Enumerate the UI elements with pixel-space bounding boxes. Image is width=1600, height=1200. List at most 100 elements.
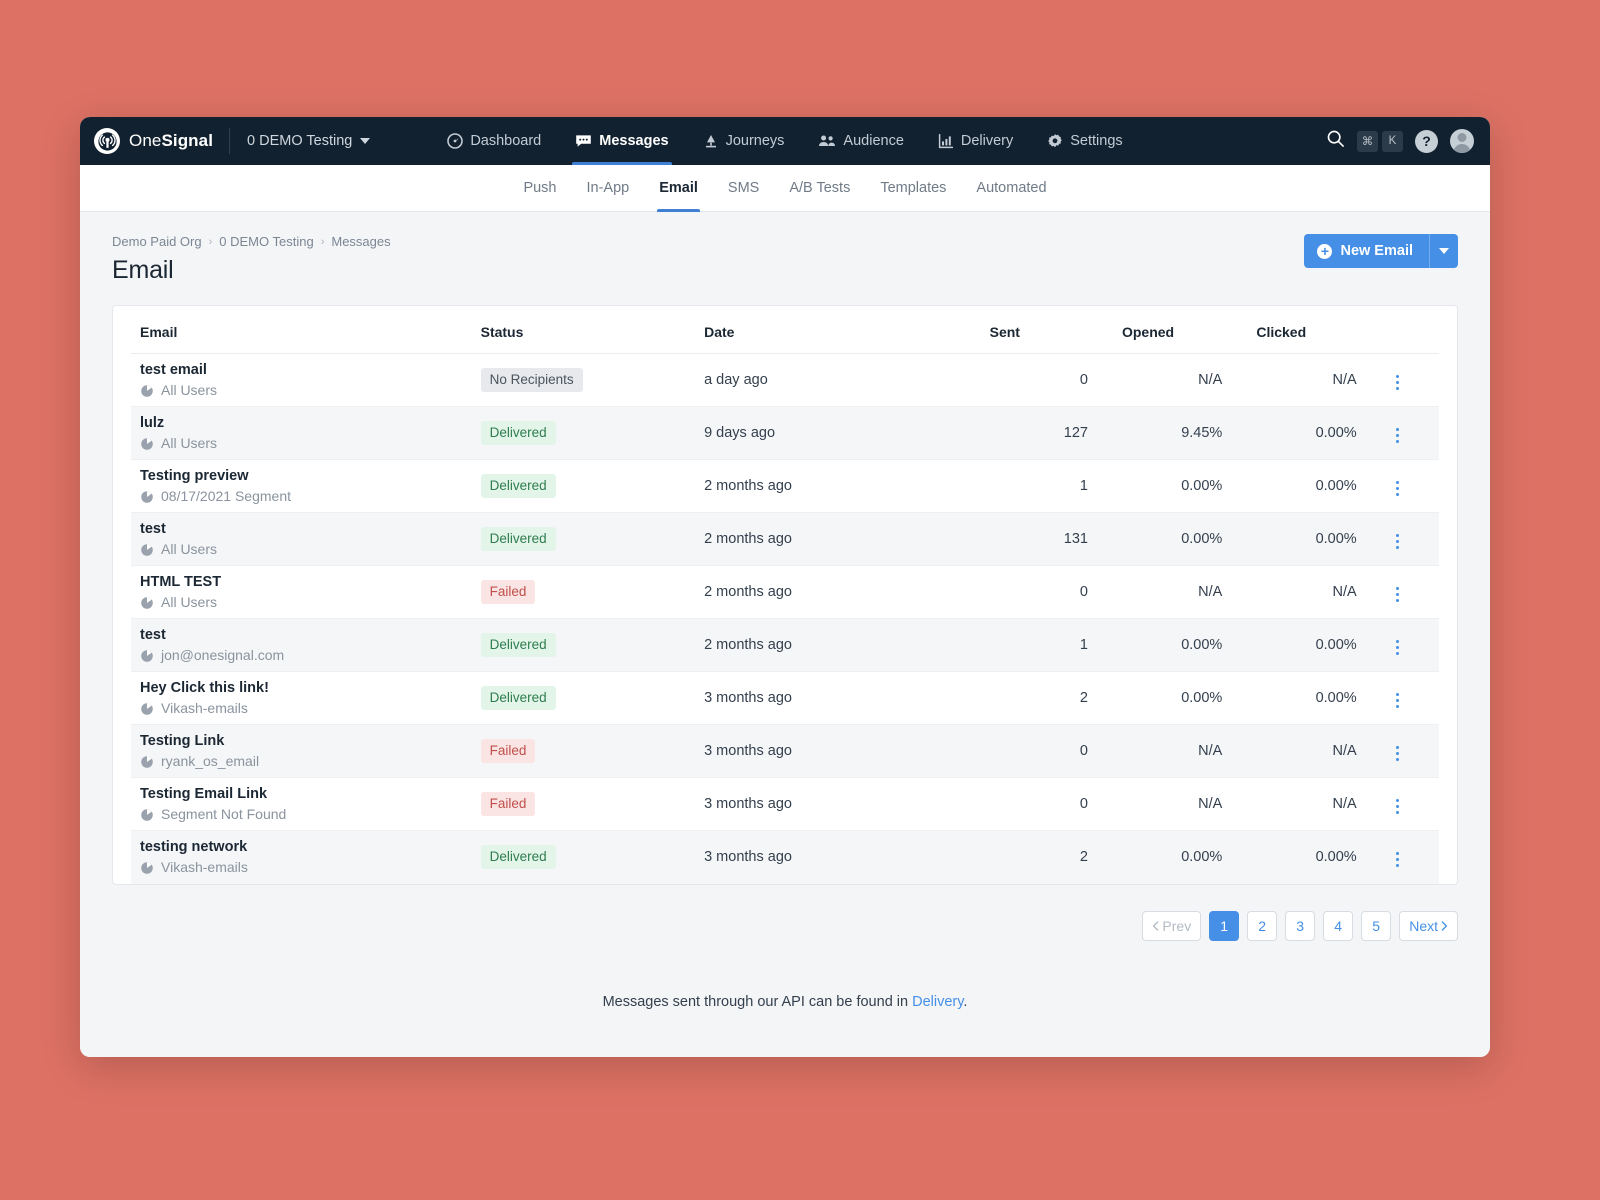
tab-sms[interactable]: SMS bbox=[728, 165, 759, 212]
cell-clicked: N/A bbox=[1222, 353, 1357, 407]
pagination-page-4[interactable]: 4 bbox=[1323, 910, 1354, 941]
cell-date: a day ago bbox=[704, 353, 954, 407]
nav-item-settings[interactable]: Settings bbox=[1047, 117, 1123, 165]
cell-status: Delivered bbox=[480, 618, 705, 672]
pagination-prev-button[interactable]: Prev bbox=[1142, 910, 1202, 941]
chevron-down-icon bbox=[360, 138, 371, 144]
cell-email: test All Users bbox=[131, 512, 481, 566]
column-header-sent[interactable]: Sent bbox=[953, 306, 1088, 354]
row-actions-menu[interactable] bbox=[1388, 741, 1407, 766]
tab-automated[interactable]: Automated bbox=[976, 165, 1046, 212]
table-row[interactable]: Testing Email Link Segment Not Found Faile… bbox=[131, 777, 1439, 831]
kebab-dot bbox=[1396, 598, 1400, 602]
cell-actions bbox=[1356, 459, 1439, 513]
gear-icon bbox=[1047, 133, 1063, 149]
status-badge: Delivered bbox=[480, 845, 556, 869]
pagination-next-button[interactable]: Next bbox=[1399, 910, 1458, 941]
row-actions-menu[interactable] bbox=[1388, 847, 1407, 872]
table-row[interactable]: Testing Link ryank_os_email Failed 3 months… bbox=[131, 724, 1439, 778]
segment-icon bbox=[141, 702, 153, 715]
nav-item-dashboard[interactable]: Dashboard bbox=[447, 117, 541, 165]
avatar[interactable] bbox=[1450, 129, 1474, 153]
kebab-dot bbox=[1396, 592, 1400, 596]
email-segment-label: Vikash-emails bbox=[161, 700, 248, 717]
table-row[interactable]: test All Users Delivered 2 months ago 131 0.0… bbox=[131, 512, 1439, 566]
new-email-split-button: + New Email bbox=[1304, 234, 1458, 268]
cell-status: Delivered bbox=[480, 406, 705, 460]
cell-clicked: 0.00% bbox=[1222, 671, 1357, 725]
breadcrumb-item-messages[interactable]: Messages bbox=[331, 234, 390, 249]
onesignal-logo[interactable]: OneSignal bbox=[94, 128, 213, 154]
kebab-dot bbox=[1396, 798, 1400, 802]
delivery-link[interactable]: Delivery bbox=[912, 994, 963, 1010]
nav-item-delivery[interactable]: Delivery bbox=[938, 117, 1013, 165]
cell-email: Hey Click this link! Vikash-emails bbox=[131, 671, 481, 725]
table-row[interactable]: testing network Vikash-emails Delivered 3 m… bbox=[131, 830, 1439, 884]
nav-item-label: Delivery bbox=[960, 133, 1014, 149]
kebab-dot bbox=[1396, 692, 1400, 696]
row-actions-menu[interactable] bbox=[1388, 529, 1407, 554]
table-row[interactable]: HTML TEST All Users Failed 2 months ago 0 N/A… bbox=[131, 565, 1439, 619]
tab-ab-tests[interactable]: A/B Tests bbox=[789, 165, 850, 212]
cell-sent: 0 bbox=[953, 565, 1088, 619]
new-email-button[interactable]: + New Email bbox=[1304, 234, 1429, 268]
table-row[interactable]: Hey Click this link! Vikash-emails Deliver… bbox=[131, 671, 1439, 725]
row-actions-menu[interactable] bbox=[1388, 370, 1407, 395]
brand-name: OneSignal bbox=[129, 131, 213, 151]
brand-one: One bbox=[129, 131, 162, 150]
row-actions-menu[interactable] bbox=[1388, 635, 1407, 660]
cell-date: 9 days ago bbox=[704, 406, 954, 460]
kebab-dot bbox=[1396, 374, 1400, 378]
cell-actions bbox=[1356, 777, 1439, 831]
pagination-page-3[interactable]: 3 bbox=[1285, 910, 1316, 941]
tab-templates[interactable]: Templates bbox=[880, 165, 946, 212]
column-header-status[interactable]: Status bbox=[480, 306, 705, 354]
column-header-clicked[interactable]: Clicked bbox=[1222, 306, 1357, 354]
kebab-dot bbox=[1396, 698, 1400, 702]
table-row[interactable]: lulz All Users Delivered 9 days ago 127 9.45%… bbox=[131, 406, 1439, 460]
kebab-dot bbox=[1396, 745, 1400, 749]
row-actions-menu[interactable] bbox=[1388, 582, 1407, 607]
row-actions-menu[interactable] bbox=[1388, 794, 1407, 819]
tab-in-app[interactable]: In-App bbox=[587, 165, 630, 212]
tab-email[interactable]: Email bbox=[657, 165, 700, 212]
pagination-page-1[interactable]: 1 bbox=[1209, 910, 1240, 941]
pagination-page-2[interactable]: 2 bbox=[1247, 910, 1278, 941]
segment-icon bbox=[141, 808, 153, 821]
nav-item-audience[interactable]: Audience bbox=[818, 117, 904, 165]
nav-item-messages[interactable]: Messages bbox=[572, 117, 672, 165]
table-row[interactable]: test jon@onesignal.com Delivered 2 months a… bbox=[131, 618, 1439, 672]
tab-push[interactable]: Push bbox=[523, 165, 556, 212]
email-segment-label: Segment Not Found bbox=[161, 806, 287, 823]
row-actions-menu[interactable] bbox=[1388, 423, 1407, 448]
status-badge: Failed bbox=[480, 580, 536, 604]
row-actions-menu[interactable] bbox=[1388, 688, 1407, 713]
search-icon[interactable] bbox=[1326, 129, 1345, 153]
new-email-dropdown-button[interactable] bbox=[1429, 234, 1458, 268]
email-segment: All Users bbox=[140, 541, 481, 558]
cell-sent: 2 bbox=[953, 671, 1088, 725]
column-header-opened[interactable]: Opened bbox=[1087, 306, 1223, 354]
status-badge: Delivered bbox=[480, 633, 556, 657]
kebab-dot bbox=[1396, 439, 1400, 443]
cell-actions bbox=[1356, 724, 1439, 778]
app-switcher[interactable]: 0 DEMO Testing bbox=[229, 128, 371, 154]
breadcrumb-item-org[interactable]: Demo Paid Org bbox=[112, 234, 202, 249]
breadcrumb-item-app[interactable]: 0 DEMO Testing bbox=[219, 234, 313, 249]
nav-item-journeys[interactable]: Journeys bbox=[703, 117, 784, 165]
cell-status: Failed bbox=[480, 777, 705, 831]
messages-icon bbox=[575, 133, 592, 149]
help-icon[interactable]: ? bbox=[1415, 129, 1438, 153]
email-segment: All Users bbox=[140, 435, 481, 452]
table-row[interactable]: Testing preview 08/17/2021 Segment Deliver… bbox=[131, 459, 1439, 513]
row-actions-menu[interactable] bbox=[1388, 476, 1407, 501]
column-header-actions bbox=[1356, 306, 1439, 354]
pagination-page-5[interactable]: 5 bbox=[1361, 910, 1392, 941]
table-row[interactable]: test email All Users No Recipients a day ag… bbox=[131, 353, 1439, 407]
column-header-email[interactable]: Email bbox=[131, 306, 481, 354]
column-header-date[interactable]: Date bbox=[704, 306, 954, 354]
table-header: Email Status Date Sent Opened Clicked bbox=[131, 306, 1439, 354]
email-segment-label: All Users bbox=[161, 541, 218, 558]
top-navigation-bar: OneSignal 0 DEMO Testing Dashboard Messa… bbox=[80, 117, 1490, 165]
cell-opened: N/A bbox=[1087, 724, 1223, 778]
